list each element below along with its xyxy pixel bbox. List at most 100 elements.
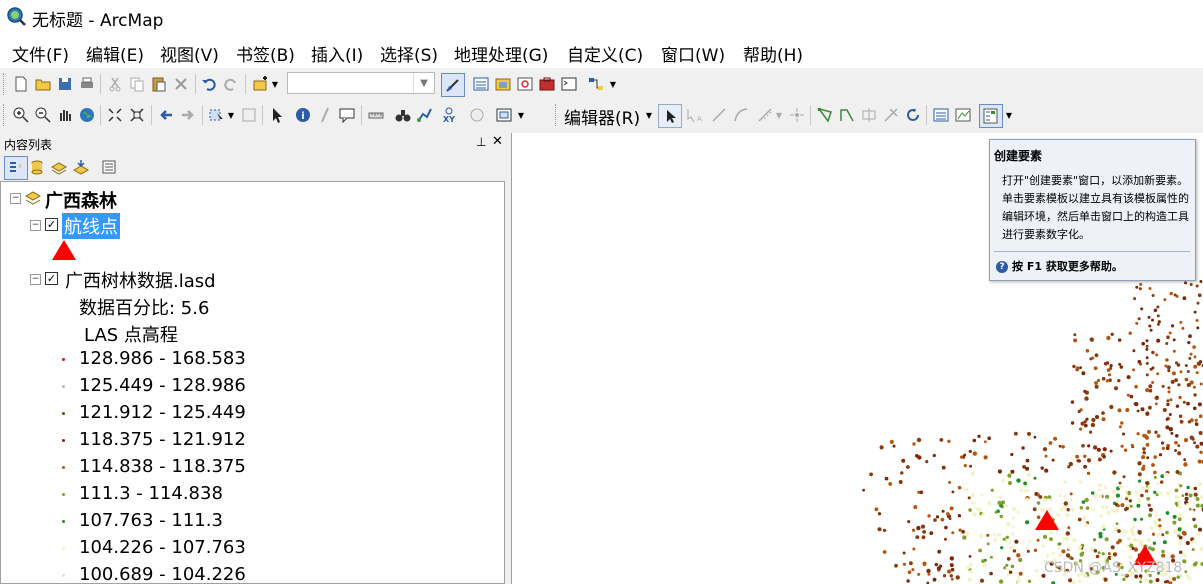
menu-insert[interactable]: 插入(I): [311, 41, 363, 66]
collapse-toggle-icon[interactable]: −: [10, 193, 21, 204]
attributes-icon[interactable]: [930, 104, 952, 126]
las-point: [1000, 546, 1004, 550]
full-extent-globe-icon[interactable]: [76, 104, 98, 126]
toolbar-grip[interactable]: [3, 73, 7, 95]
point-icon[interactable]: [786, 104, 808, 126]
editor-menu[interactable]: 编辑器(R): [564, 104, 640, 129]
create-features-icon[interactable]: [979, 104, 1003, 128]
menu-geoprocessing[interactable]: 地理处理(G): [454, 41, 548, 66]
list-by-drawing-order-icon[interactable]: [4, 156, 28, 180]
undo-icon[interactable]: [198, 73, 220, 95]
menu-edit[interactable]: 编辑(E): [86, 41, 144, 66]
layer-visibility-checkbox[interactable]: ✓: [45, 272, 58, 285]
identify-icon[interactable]: i: [292, 104, 314, 126]
straight-segment-icon[interactable]: [708, 104, 730, 126]
go-forward-arrow-icon[interactable]: [177, 104, 199, 126]
time-slider-icon[interactable]: [466, 104, 488, 126]
save-icon[interactable]: [54, 73, 76, 95]
data-frame-name[interactable]: 广西森林: [45, 187, 117, 213]
table-of-contents-icon[interactable]: [470, 73, 492, 95]
las-point: [973, 513, 978, 517]
delete-icon[interactable]: [170, 73, 192, 95]
menu-file[interactable]: 文件(F): [12, 41, 69, 66]
las-point: [1194, 422, 1199, 427]
toolbar-options-icon[interactable]: ▼: [516, 104, 526, 126]
layer-name-las-dataset[interactable]: 广西树林数据.lasd: [65, 267, 216, 293]
menu-view[interactable]: 视图(V): [160, 41, 219, 66]
measure-icon[interactable]: [365, 104, 387, 126]
pan-hand-icon[interactable]: [54, 104, 76, 126]
list-by-visibility-icon[interactable]: [48, 156, 70, 178]
split-tool-icon[interactable]: [880, 104, 902, 126]
add-data-dropdown-icon[interactable]: ▼: [270, 73, 280, 95]
collapse-toggle-icon[interactable]: −: [30, 220, 41, 231]
edit-vertices-icon[interactable]: [814, 104, 836, 126]
hyperlink-icon[interactable]: [314, 104, 336, 126]
print-icon[interactable]: [76, 73, 98, 95]
editor-toolbar-icon[interactable]: [441, 73, 465, 97]
toc-options-icon[interactable]: [98, 156, 120, 178]
select-dropdown-icon[interactable]: ▼: [226, 104, 236, 126]
go-to-xy-icon[interactable]: XY: [438, 104, 460, 126]
find-route-icon[interactable]: [414, 104, 436, 126]
menu-windows[interactable]: 窗口(W): [661, 41, 725, 66]
las-point: [1157, 532, 1161, 537]
las-point: [1128, 499, 1132, 503]
clear-selection-icon[interactable]: [238, 104, 260, 126]
las-point: [1115, 493, 1120, 498]
menu-selection[interactable]: 选择(S): [380, 41, 438, 66]
edit-annotation-icon[interactable]: A: [682, 104, 704, 126]
zoom-in-icon[interactable]: [10, 104, 32, 126]
chevron-down-icon[interactable]: ▼: [413, 73, 434, 93]
sketch-properties-icon[interactable]: [952, 104, 974, 126]
fixed-zoom-in-icon[interactable]: [104, 104, 126, 126]
menu-bookmarks[interactable]: 书签(B): [236, 41, 295, 66]
editor-toolbar-grip[interactable]: [555, 104, 559, 126]
copy-icon[interactable]: [126, 73, 148, 95]
las-point: [1101, 552, 1105, 556]
pin-icon[interactable]: ⊥: [476, 135, 486, 149]
modelbuilder-icon[interactable]: [585, 73, 607, 95]
add-data-icon[interactable]: [250, 73, 272, 95]
edit-tool-arrow-icon[interactable]: [658, 104, 682, 128]
map-scale-combo[interactable]: ▼: [287, 72, 435, 94]
trace-icon[interactable]: [754, 104, 776, 126]
html-popup-icon[interactable]: [336, 104, 358, 126]
rotate-icon[interactable]: [902, 104, 924, 126]
zoom-out-icon[interactable]: [32, 104, 54, 126]
select-features-icon[interactable]: [206, 104, 228, 126]
menu-customize[interactable]: 自定义(C): [567, 41, 643, 66]
search-window-icon[interactable]: [514, 73, 536, 95]
cut-polygons-icon[interactable]: [858, 104, 880, 126]
toolbar-grip[interactable]: [3, 104, 7, 126]
arctoolbox-icon[interactable]: [536, 73, 558, 95]
select-elements-arrow-icon[interactable]: [266, 104, 288, 126]
collapse-toggle-icon[interactable]: −: [30, 274, 41, 285]
redo-icon[interactable]: [220, 73, 242, 95]
las-point: [1059, 507, 1063, 511]
create-viewer-window-icon[interactable]: [493, 104, 515, 126]
las-point: [1145, 347, 1149, 351]
construction-dropdown-icon[interactable]: ▼: [774, 104, 784, 126]
layer-name-flight-points[interactable]: 航线点: [62, 213, 120, 239]
toolbar-options-icon[interactable]: ▼: [608, 73, 618, 95]
list-by-source-icon[interactable]: [26, 156, 48, 178]
go-back-arrow-icon[interactable]: [155, 104, 177, 126]
layer-visibility-checkbox[interactable]: ✓: [45, 218, 58, 231]
editor-dropdown-icon[interactable]: ▼: [644, 104, 654, 126]
menu-help[interactable]: 帮助(H): [743, 41, 803, 66]
new-document-icon[interactable]: [10, 73, 32, 95]
paste-icon[interactable]: [148, 73, 170, 95]
flight-point-marker[interactable]: [1035, 510, 1059, 530]
end-point-arc-icon[interactable]: [730, 104, 752, 126]
editor-toolbar-options-icon[interactable]: ▼: [1004, 104, 1014, 126]
find-binoculars-icon[interactable]: [392, 104, 414, 126]
fixed-zoom-out-icon[interactable]: [126, 104, 148, 126]
python-window-icon[interactable]: [558, 73, 580, 95]
catalog-icon[interactable]: [492, 73, 514, 95]
cut-icon[interactable]: [104, 73, 126, 95]
close-icon[interactable]: ✕: [492, 134, 503, 149]
open-folder-icon[interactable]: [32, 73, 54, 95]
reshape-feature-icon[interactable]: [836, 104, 858, 126]
list-by-selection-icon[interactable]: [70, 156, 92, 178]
